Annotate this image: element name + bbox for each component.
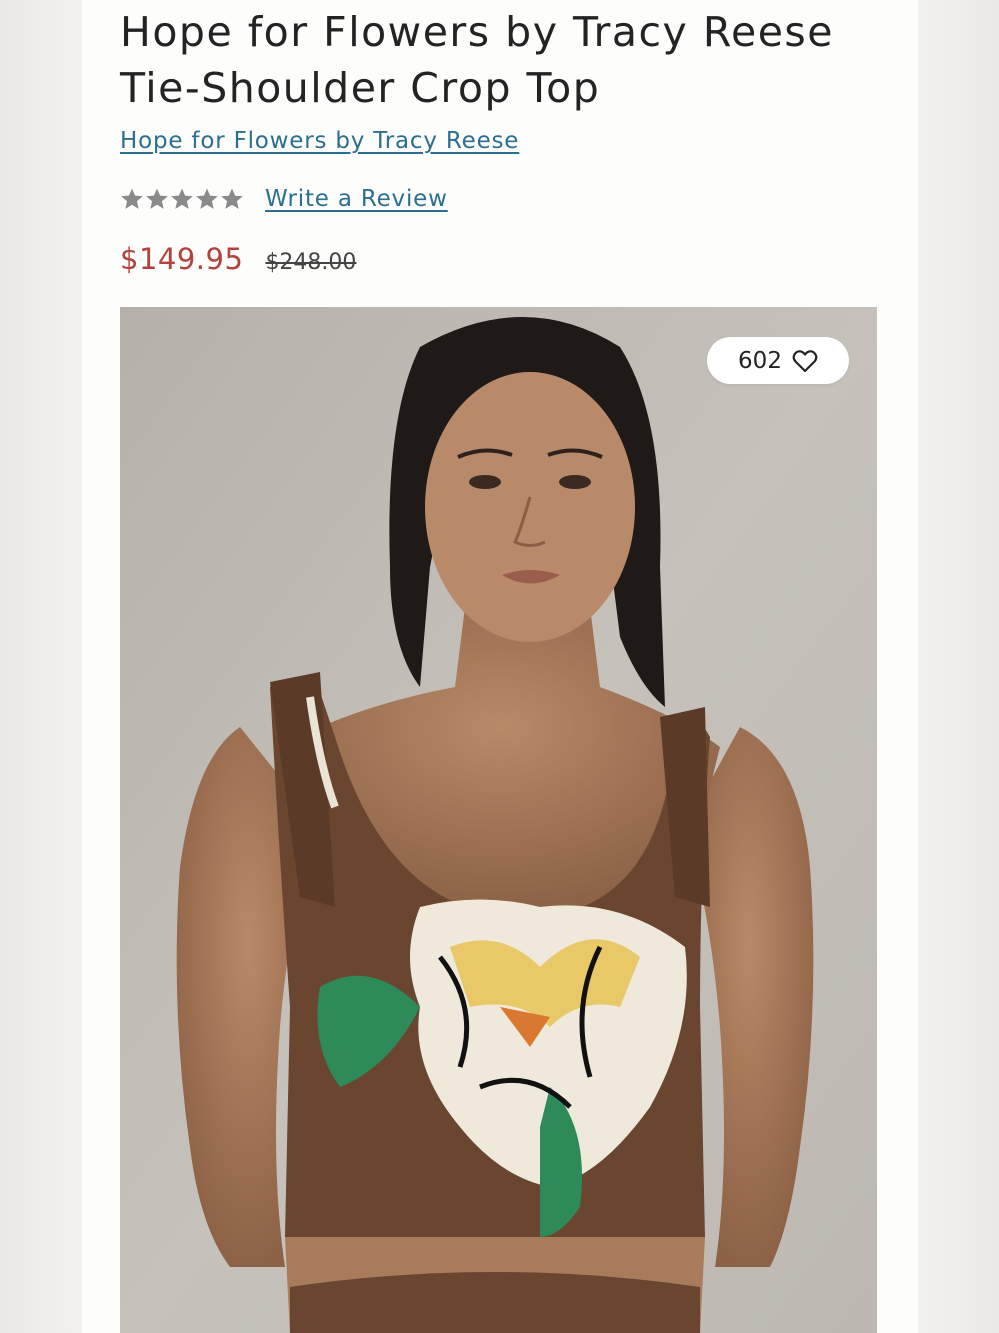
star-icon [221, 188, 243, 209]
heart-icon [792, 349, 818, 372]
star-icon [146, 188, 168, 209]
price-row: $149.95 $248.00 [120, 242, 356, 276]
left-margin [0, 0, 82, 1333]
product-photo [120, 307, 877, 1333]
right-margin [918, 0, 999, 1333]
brand-link[interactable]: Hope for Flowers by Tracy Reese [120, 128, 519, 154]
star-icon [196, 188, 218, 209]
product-title: Hope for Flowers by Tracy Reese Tie-Shou… [120, 8, 835, 112]
star-icon [171, 188, 193, 209]
favorite-button[interactable]: 602 [707, 337, 849, 384]
write-review-link[interactable]: Write a Review [265, 186, 448, 212]
star-icon [121, 188, 143, 209]
star-rating [120, 187, 244, 211]
product-page: Hope for Flowers by Tracy Reese Tie-Shou… [82, 0, 918, 1333]
rating-row: Write a Review [120, 182, 448, 216]
favorite-count: 602 [738, 347, 782, 374]
original-price: $248.00 [265, 250, 357, 275]
product-image[interactable]: 602 [120, 307, 877, 1333]
sale-price: $149.95 [120, 242, 244, 276]
